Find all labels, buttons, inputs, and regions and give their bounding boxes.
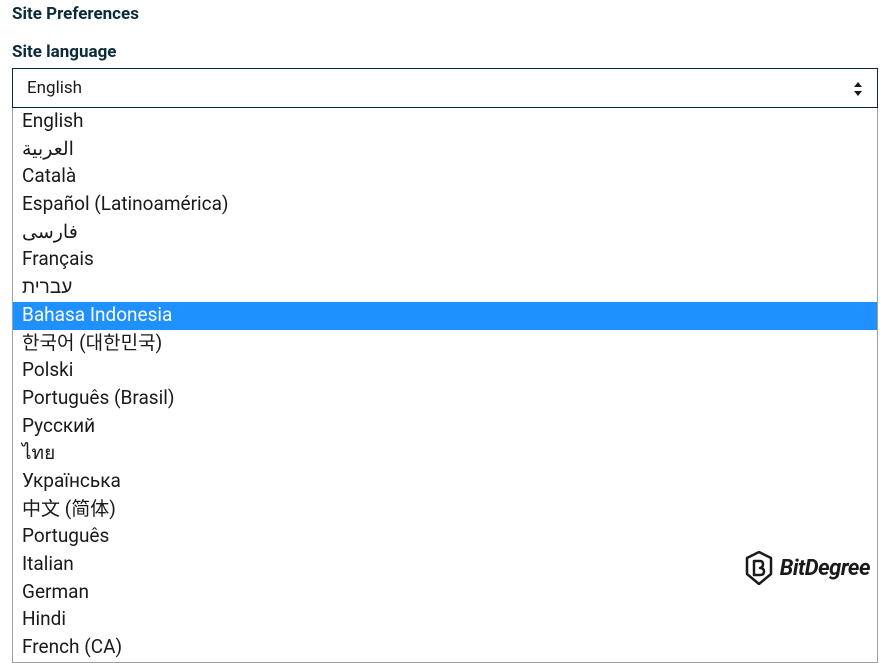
language-option[interactable]: Català	[13, 163, 877, 191]
language-label: Site language	[12, 42, 868, 62]
section-title: Site Preferences	[12, 4, 868, 24]
language-option[interactable]: Français	[13, 246, 877, 274]
language-option[interactable]: Polski	[13, 357, 877, 385]
language-option[interactable]: Bahasa Indonesia	[13, 302, 877, 330]
language-option[interactable]: ไทย	[13, 440, 877, 468]
language-option[interactable]: Hindi	[13, 606, 877, 634]
language-option[interactable]: Português	[13, 523, 877, 551]
language-option[interactable]: עברית	[13, 274, 877, 302]
language-option[interactable]: French (CA)	[13, 634, 877, 662]
language-option[interactable]: Русский	[13, 413, 877, 441]
language-option[interactable]: العربية	[13, 136, 877, 164]
watermark-text: BitDegree	[780, 556, 870, 581]
language-option[interactable]: Español (Latinoamérica)	[13, 191, 877, 219]
bitdegree-logo-icon	[744, 551, 774, 585]
language-option[interactable]: English	[13, 108, 877, 136]
language-option[interactable]: Português (Brasil)	[13, 385, 877, 413]
language-option[interactable]: 中文 (简体)	[13, 496, 877, 524]
sort-icon	[853, 81, 863, 95]
language-select[interactable]: English	[12, 68, 878, 108]
language-selected-value: English	[27, 78, 82, 98]
language-option[interactable]: Українська	[13, 468, 877, 496]
watermark: BitDegree	[744, 551, 870, 585]
language-option[interactable]: فارسی	[13, 219, 877, 247]
language-option[interactable]: 한국어 (대한민국)	[13, 330, 877, 358]
